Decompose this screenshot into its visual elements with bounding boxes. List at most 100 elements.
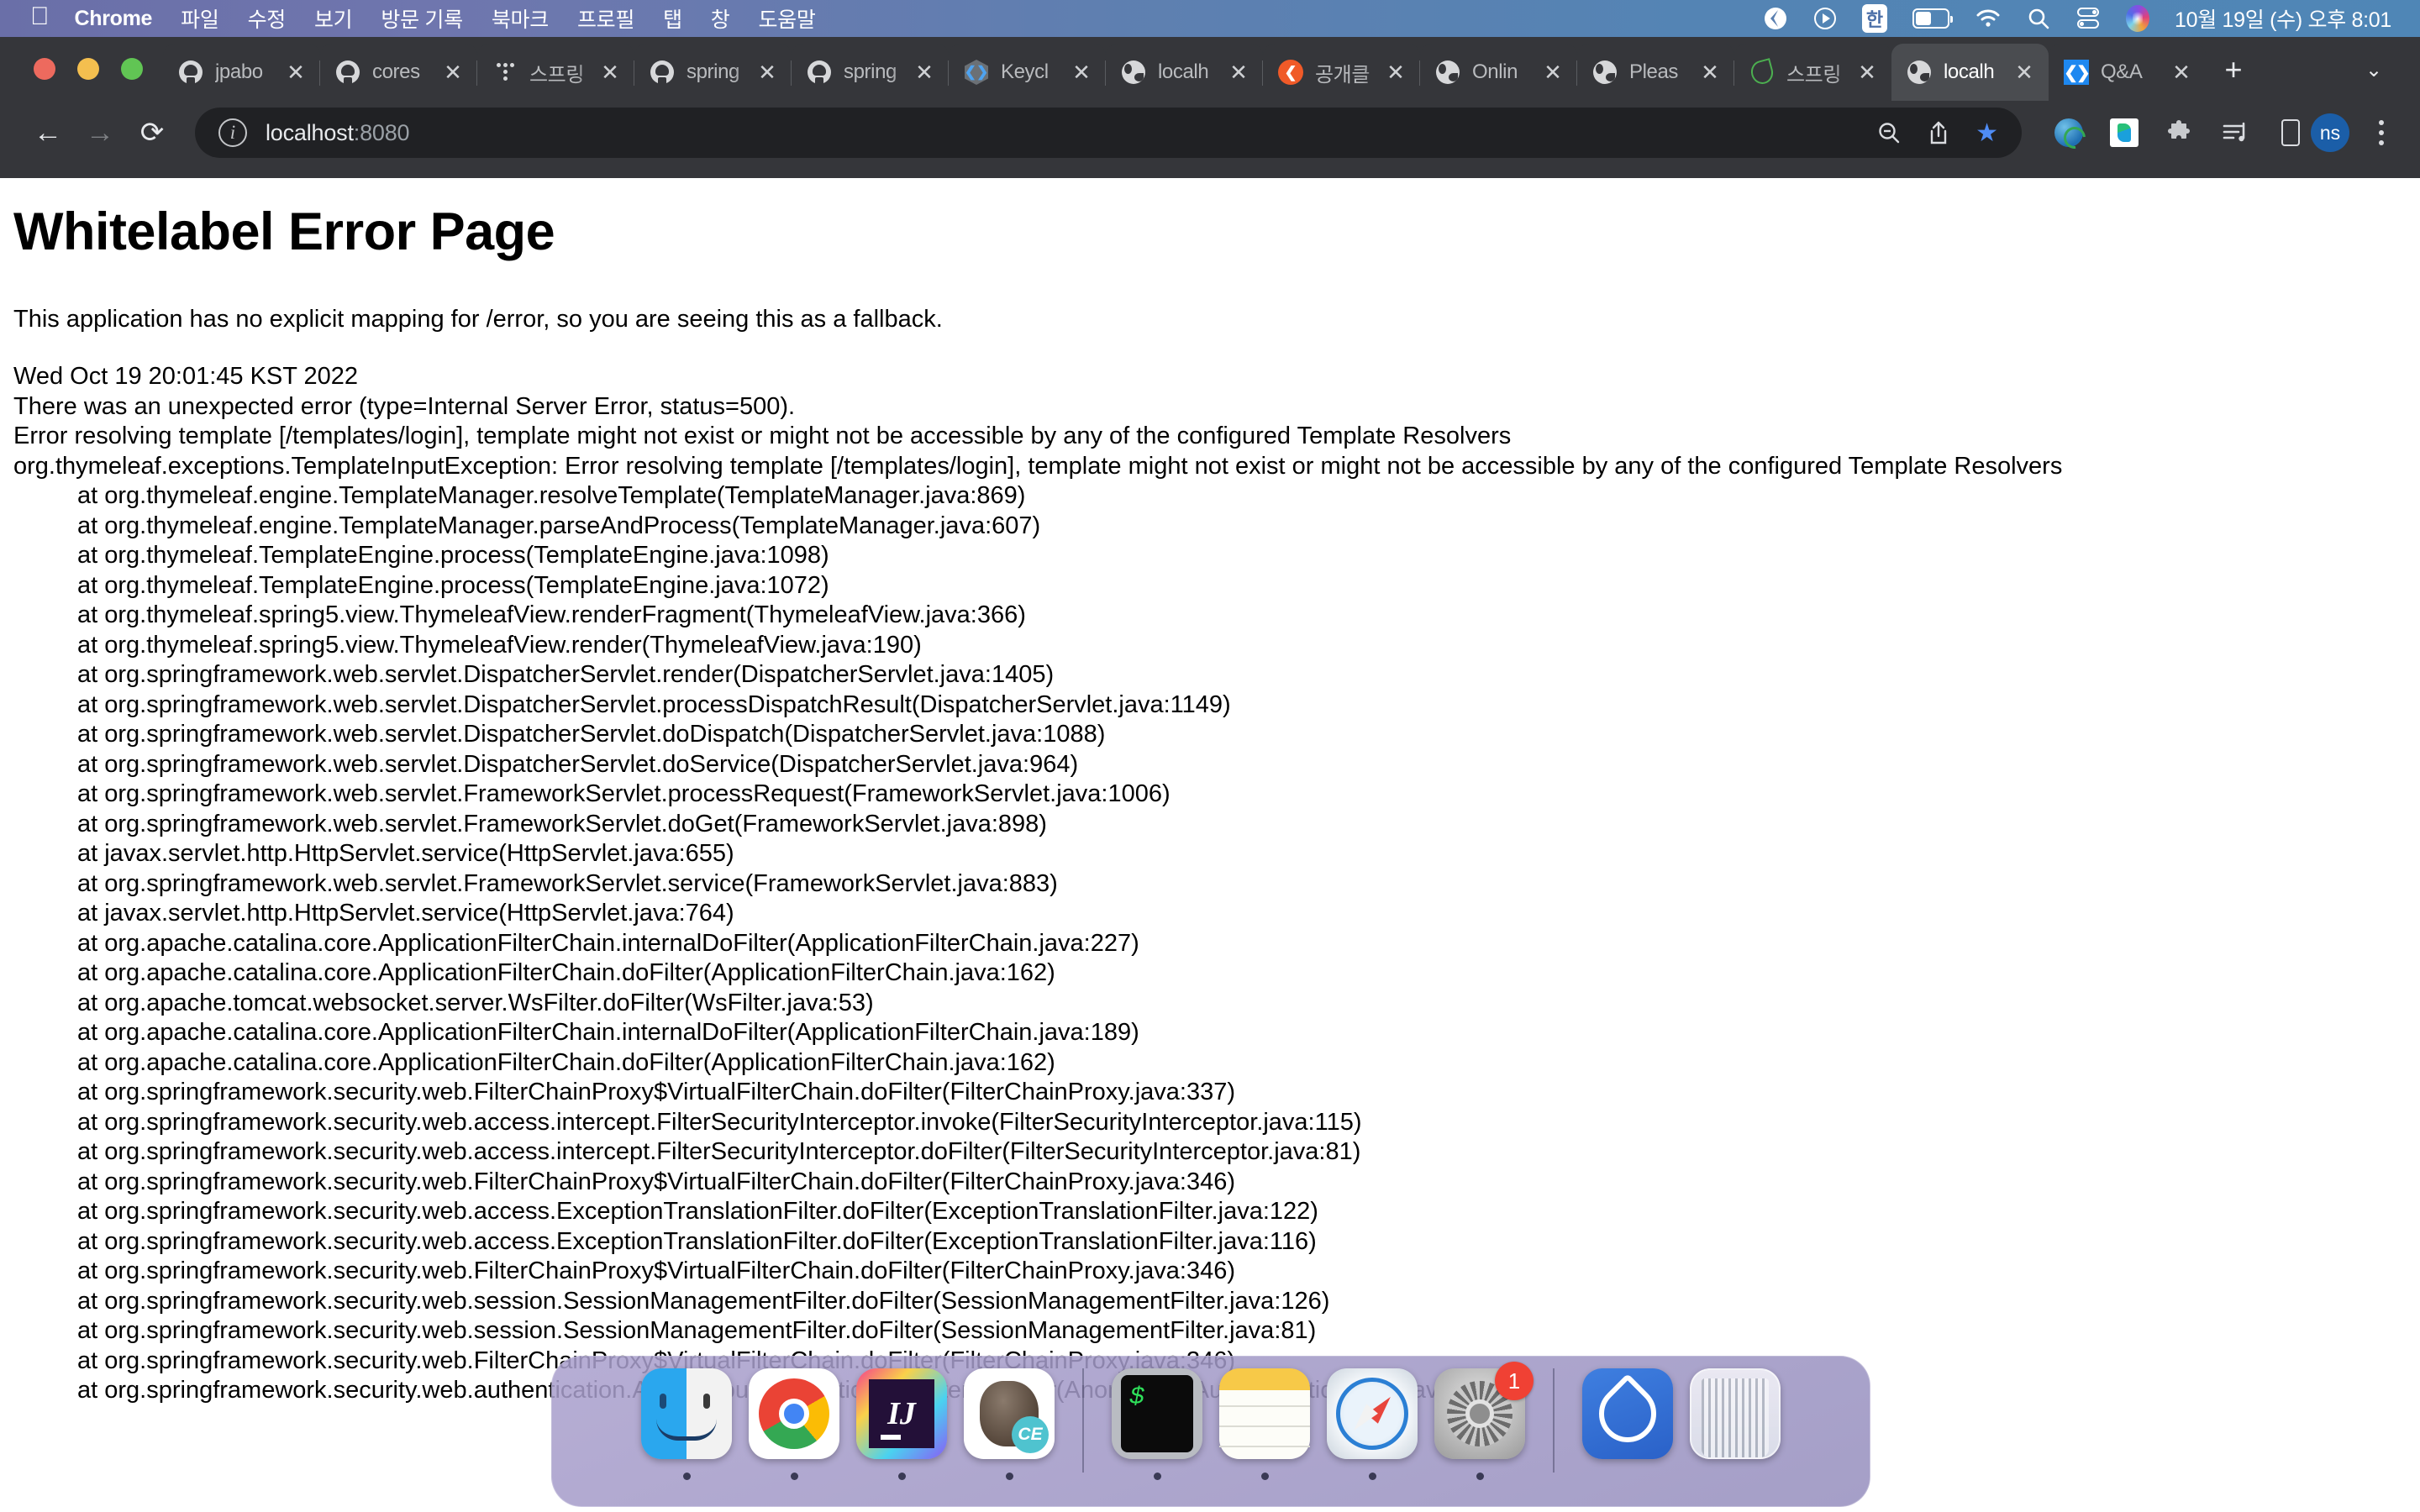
apple-menu-icon[interactable]: : [30, 4, 50, 29]
close-tab-button[interactable]: ✕: [1854, 60, 1880, 85]
browser-tab-localhost-1[interactable]: localh ✕: [1106, 44, 1263, 101]
wifi-icon[interactable]: [1975, 8, 2002, 29]
menubar-clock[interactable]: 10월 19일 (수) 오후 8:01: [2175, 3, 2391, 34]
browser-tab-jpabo[interactable]: jpabo ✕: [163, 44, 320, 101]
media-list-icon[interactable]: [2218, 116, 2252, 150]
close-tab-button[interactable]: ✕: [440, 60, 466, 85]
minimize-window-button[interactable]: [77, 58, 99, 80]
unknown-blue-app-icon[interactable]: [1582, 1368, 1673, 1459]
browser-tab-spring-korean[interactable]: 스프링 ✕: [477, 44, 634, 101]
globe-translate-icon[interactable]: [2052, 116, 2086, 150]
tab-title: localh: [1158, 60, 1209, 83]
maximize-window-button[interactable]: [121, 58, 143, 80]
running-indicator: [790, 1473, 798, 1480]
new-tab-button[interactable]: +: [2206, 42, 2261, 97]
korean-input-icon[interactable]: 한: [1861, 4, 1887, 33]
browser-tab-keycloak[interactable]: ❮❯ Keycl ✕: [949, 44, 1106, 101]
close-tab-button[interactable]: ✕: [1540, 60, 1565, 85]
dock-item-trash[interactable]: [1689, 1368, 1781, 1480]
zoom-out-icon[interactable]: [1876, 120, 1902, 145]
page-intro-text: This application has no explicit mapping…: [13, 306, 943, 333]
macos-dock: IJ $ 1: [551, 1356, 1870, 1507]
gitkraken-icon[interactable]: [964, 1368, 1055, 1459]
reload-button[interactable]: ⟳: [126, 107, 178, 159]
kebab-menu-icon[interactable]: [2365, 120, 2398, 145]
error-timestamp: Wed Oct 19 20:01:45 KST 2022: [13, 363, 359, 390]
menu-item-tab[interactable]: 탭: [663, 3, 682, 34]
close-tab-button[interactable]: ✕: [1226, 60, 1251, 85]
close-tab-button[interactable]: ✕: [2012, 60, 2037, 85]
play-circle-icon[interactable]: [1813, 7, 1837, 30]
chrome-icon[interactable]: [749, 1368, 839, 1459]
close-window-button[interactable]: [34, 58, 55, 80]
notes-icon[interactable]: [1219, 1368, 1310, 1459]
finder-icon[interactable]: [641, 1368, 732, 1459]
menu-item-app-name[interactable]: Chrome: [75, 7, 153, 31]
dock-item-safari[interactable]: [1326, 1368, 1418, 1480]
close-tab-button[interactable]: ✕: [912, 60, 937, 85]
tab-search-chevron-down-icon[interactable]: ⌄: [2346, 42, 2402, 97]
close-tab-button[interactable]: ✕: [597, 60, 623, 85]
system-settings-icon[interactable]: 1: [1434, 1362, 1534, 1459]
profile-avatar[interactable]: ns: [2311, 113, 2349, 152]
browser-tab-spring-1[interactable]: spring ✕: [634, 44, 792, 101]
bookmark-star-icon[interactable]: ★: [1975, 118, 1998, 148]
control-center-icon[interactable]: [2075, 6, 2101, 31]
notification-badge: 1: [1495, 1362, 1534, 1400]
dock-item-gitkraken[interactable]: [963, 1368, 1055, 1480]
browser-tab-cores[interactable]: cores ✕: [320, 44, 477, 101]
tablet-device-icon[interactable]: [2274, 116, 2307, 150]
menu-item-history[interactable]: 방문 기록: [381, 3, 463, 34]
close-tab-button[interactable]: ✕: [1069, 60, 1094, 85]
address-bar[interactable]: i localhost:8080 ★: [195, 108, 2022, 158]
terminal-icon[interactable]: $: [1112, 1368, 1202, 1459]
stack-trace-line: at org.thymeleaf.spring5.view.ThymeleafV…: [77, 601, 1026, 628]
papago-icon[interactable]: [2107, 116, 2141, 150]
dock-item-system-settings[interactable]: 1: [1434, 1362, 1534, 1480]
close-tab-button[interactable]: ✕: [1383, 60, 1408, 85]
dots-icon: [492, 60, 518, 85]
intellij-idea-icon[interactable]: IJ: [856, 1368, 947, 1459]
safari-icon[interactable]: [1327, 1368, 1418, 1459]
back-button[interactable]: ←: [22, 107, 74, 159]
menu-item-bookmarks[interactable]: 북마크: [492, 3, 549, 34]
tab-title: localh: [1944, 60, 1995, 83]
dock-item-notes[interactable]: [1218, 1368, 1311, 1480]
battery-icon[interactable]: [1912, 8, 1953, 29]
close-tab-button[interactable]: ✕: [1697, 60, 1723, 85]
dock-item-terminal[interactable]: $: [1111, 1368, 1203, 1480]
browser-tab-spring-leaf[interactable]: 스프링 ✕: [1734, 44, 1891, 101]
browser-tab-please[interactable]: Pleas ✕: [1577, 44, 1734, 101]
close-tab-button[interactable]: ✕: [2169, 60, 2194, 85]
browser-tab-qa[interactable]: ❮❯ Q&A ✕: [2049, 44, 2206, 101]
menu-item-edit[interactable]: 수정: [248, 3, 287, 34]
dock-item-intellij-idea[interactable]: IJ: [855, 1368, 948, 1480]
browser-tab-spring-2[interactable]: spring ✕: [792, 44, 949, 101]
browser-tab-online[interactable]: Onlin ✕: [1420, 44, 1577, 101]
url-port: :8080: [353, 119, 410, 145]
menu-item-file[interactable]: 파일: [181, 3, 219, 34]
site-info-icon[interactable]: i: [218, 118, 247, 147]
close-tab-button[interactable]: ✕: [755, 60, 780, 85]
browser-tab-localhost-active[interactable]: localh ✕: [1891, 44, 2049, 101]
dock-item-finder[interactable]: [640, 1368, 733, 1480]
puzzle-extensions-icon[interactable]: [2163, 116, 2196, 150]
menu-item-help[interactable]: 도움말: [758, 3, 815, 34]
menu-item-window[interactable]: 창: [711, 3, 730, 34]
menu-item-view[interactable]: 보기: [314, 3, 353, 34]
stack-trace-line: at org.springframework.security.web.acce…: [77, 1227, 1317, 1255]
browser-tab-gonggae[interactable]: ❮ 공개클 ✕: [1263, 44, 1420, 101]
error-message: Error resolving template [/templates/log…: [13, 423, 1512, 449]
menu-item-profile[interactable]: 프로필: [577, 3, 634, 34]
forward-button[interactable]: →: [74, 107, 126, 159]
share-icon[interactable]: [1927, 120, 1950, 145]
stack-trace-line: at org.springframework.security.web.sess…: [77, 1317, 1317, 1344]
control-center-nav-icon[interactable]: [1763, 6, 1788, 31]
terminal-prompt: $: [1121, 1375, 1193, 1452]
siri-icon[interactable]: [2125, 5, 2149, 32]
dock-item-chrome[interactable]: [748, 1368, 840, 1480]
close-tab-button[interactable]: ✕: [283, 60, 308, 85]
dock-item-unknown-blue-app[interactable]: [1581, 1368, 1674, 1480]
search-icon[interactable]: [2027, 7, 2050, 30]
trash-icon[interactable]: [1690, 1368, 1781, 1459]
